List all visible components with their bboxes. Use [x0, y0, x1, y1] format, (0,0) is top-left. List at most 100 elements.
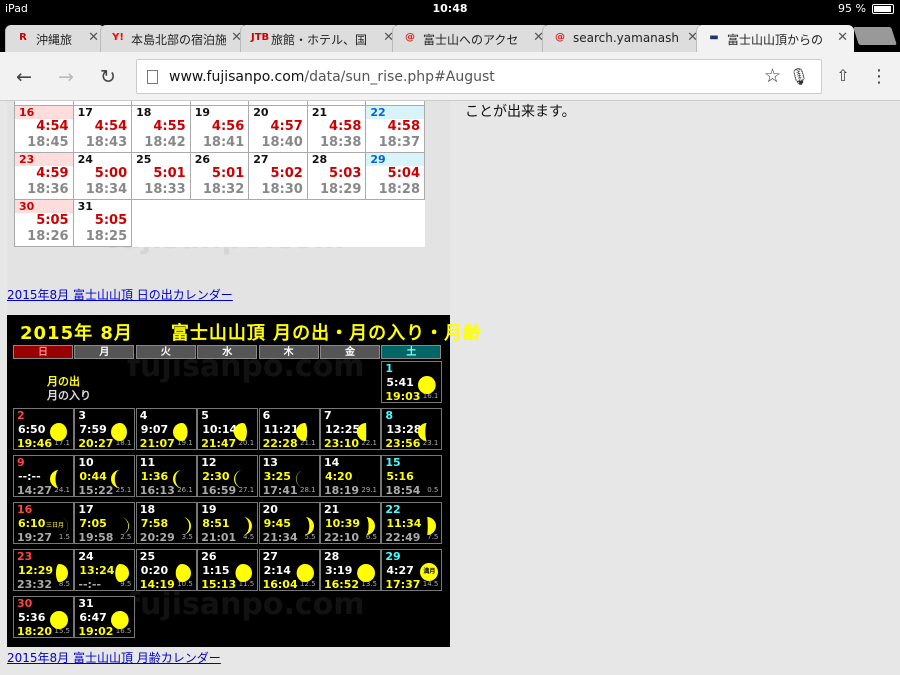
- day-number: 24: [78, 550, 94, 563]
- sun-day-cell: 23 4:59 18:36: [14, 152, 74, 200]
- moon-day-cell: 1 5:41 19:03 16.1: [381, 361, 443, 403]
- tab-6[interactable]: ▬ 富士山山頂からの ✕: [696, 25, 854, 53]
- reload-icon[interactable]: ↻: [97, 66, 119, 88]
- moon-day-cell: 19 8:51 21:01 4.5: [197, 502, 259, 544]
- microphone-icon[interactable]: 🎙: [789, 67, 809, 86]
- tab-3[interactable]: JTB 旅館・ホテル、国 ✕: [240, 25, 400, 52]
- day-number: 21: [311, 106, 328, 119]
- close-tab-icon[interactable]: ✕: [837, 30, 848, 45]
- moonrise-time: 13:24: [79, 564, 115, 577]
- sunrise-time: 5:04: [387, 166, 420, 181]
- menu-icon[interactable]: ⋮: [868, 66, 890, 87]
- moonrise-time: 8:51: [202, 517, 230, 530]
- moonset-time: 18:20: [17, 625, 53, 638]
- battery-label: 95 %: [838, 2, 866, 15]
- day-number: 18: [139, 503, 156, 516]
- tab-4[interactable]: @ 富士山へのアクセ ✕: [392, 25, 550, 52]
- weekday-5: 木: [258, 345, 319, 359]
- tab-5[interactable]: @ search.yamanash ✕: [542, 25, 704, 52]
- moon-calendar-link[interactable]: 2015年8月 富士山山頂 月齢カレンダー: [7, 649, 221, 666]
- moon-day-cell: 11 1:36 16:13 26.1: [135, 455, 197, 497]
- day-number: 16: [19, 106, 35, 119]
- moonset-time: 19:02: [78, 625, 114, 638]
- sunset-time: 18:32: [202, 182, 245, 197]
- sunset-time: 18:25: [85, 229, 128, 244]
- sunset-time: 18:47: [312, 101, 361, 104]
- weekday-4: 水: [197, 345, 258, 359]
- sunset-time: 18:42: [144, 135, 186, 150]
- day-number: 26: [194, 153, 210, 166]
- sunset-time: 18:48: [253, 101, 302, 104]
- moon-phase-icon: [366, 517, 375, 535]
- share-icon[interactable]: ⇧: [832, 66, 854, 85]
- day-number: 30: [13, 597, 75, 610]
- day-number: 4: [139, 409, 148, 422]
- favicon-icon: Y!: [112, 32, 124, 43]
- moonrise-time: 1:36: [140, 470, 169, 483]
- sun-day-cell: 28 5:03 18:29: [306, 152, 367, 200]
- day-number: 29: [370, 153, 386, 166]
- moon-phase-icon: [111, 470, 121, 488]
- moon-day-cell: 4 9:07 21:07 19.1: [135, 408, 197, 450]
- moonrise-time: 0:20: [140, 564, 169, 577]
- moon-phase-icon: [234, 423, 248, 441]
- moonset-time: 22:49: [385, 531, 421, 544]
- forward-arrow-icon[interactable]: →: [55, 66, 77, 88]
- favicon-icon: JTB: [251, 32, 270, 43]
- day-number: 19: [194, 106, 210, 119]
- moon-day-cell: 25 0:20 14:19 10.5: [135, 549, 197, 591]
- tab-1[interactable]: R 沖縄旅 ✕: [5, 25, 105, 52]
- moonrise-time: --:--: [18, 470, 41, 483]
- moonset-time: 23:10: [324, 437, 360, 450]
- moonrise-time: 5:16: [386, 470, 414, 483]
- moon-day-cell: 29 4:27 17:37 14.5 満月: [381, 549, 443, 591]
- moon-phase-icon: [59, 517, 68, 535]
- sunrise-time: 4:58: [329, 119, 362, 134]
- description-text: ことが出来ます。: [465, 104, 576, 120]
- day-number: 31: [77, 200, 93, 213]
- back-arrow-icon[interactable]: ←: [13, 66, 35, 88]
- day-number: 1: [382, 362, 439, 375]
- sun-day-cell: 22 4:58 18:37: [365, 105, 425, 153]
- sunset-time: 18:41: [202, 135, 245, 150]
- moonrise-time: 10:39: [325, 517, 361, 530]
- day-number: 18: [136, 106, 152, 119]
- moonset-time: 22:10: [324, 531, 360, 544]
- moonrise-time: 7:59: [79, 423, 107, 436]
- moonset-time: --:--: [78, 578, 102, 591]
- moon-day-cell: 27 2:14 16:04 12.5: [258, 549, 320, 591]
- moon-phase-icon: [55, 564, 68, 582]
- browser-toolbar: ← → ↻ www.fujisanpo.com/data/sun_rise.ph…: [0, 52, 900, 101]
- sunset-time: 18:37: [378, 135, 420, 150]
- moon-day-cell: 17 7:05 19:58 2.5: [74, 502, 136, 544]
- favicon-icon: @: [555, 32, 565, 43]
- sunrise-time: 5:03: [329, 166, 362, 181]
- moon-day-cell: 5 10:14 21:47 20.1: [197, 408, 259, 450]
- sunrise-time: 4:57: [270, 119, 303, 134]
- sunrise-time: 4:54: [94, 119, 128, 134]
- moon-day-cell: 3 7:59 20:27 18.1: [74, 408, 136, 450]
- day-number: 29: [382, 550, 443, 563]
- moon-phase-icon: [50, 611, 68, 629]
- empty-cell: [131, 199, 191, 247]
- sunrise-calendar-link[interactable]: 2015年8月 富士山山頂 日の出カレンダー: [7, 286, 233, 303]
- close-tab-icon[interactable]: ✕: [88, 30, 99, 45]
- moonrise-time: 7:05: [79, 517, 107, 530]
- moon-day-cell: 16 6:10 19:27 1.5 三日月: [13, 502, 75, 544]
- moon-day-cell: 31 6:47 19:02 16.5: [74, 596, 136, 638]
- day-number: 25: [139, 550, 156, 563]
- day-number: 20: [262, 503, 278, 516]
- sun-day-cell: 25 5:01 18:33: [131, 152, 191, 200]
- moonset-time: 16:59: [201, 484, 237, 497]
- day-number: 19: [201, 503, 217, 516]
- tab-title: 富士山へのアクセ: [423, 33, 519, 47]
- bookmark-star-icon[interactable]: ☆: [764, 65, 781, 87]
- moon-day-cell: 18 7:58 20:29 3.5: [135, 502, 197, 544]
- empty-cell: [248, 199, 308, 247]
- tab-2[interactable]: Y! 本島北部の宿泊施 ✕: [100, 25, 248, 52]
- battery-icon: [872, 4, 894, 14]
- new-tab-button[interactable]: [853, 27, 897, 45]
- address-bar[interactable]: www.fujisanpo.com/data/sun_rise.php#Augu…: [136, 59, 822, 94]
- favicon-icon: R: [19, 32, 27, 43]
- legend: 月の出 月の入り: [47, 375, 91, 403]
